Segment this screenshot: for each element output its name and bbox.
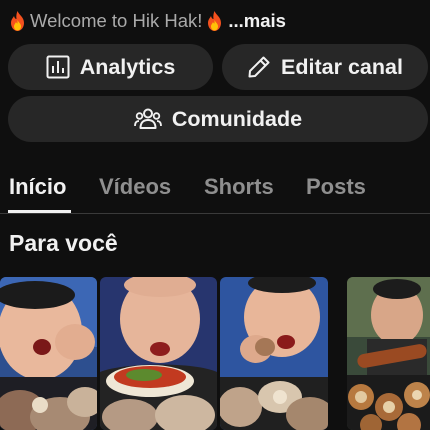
section-title: Para você xyxy=(9,230,118,256)
edit-channel-label: Editar canal xyxy=(281,54,403,79)
community-button[interactable]: Comunidade xyxy=(8,96,428,142)
community-label: Comunidade xyxy=(171,106,303,131)
channel-page: Welcome to Hik Hak! ...mais Analytics Ed… xyxy=(0,0,430,430)
fire-icon xyxy=(208,11,222,31)
tab-videos[interactable]: Vídeos xyxy=(99,174,171,200)
analytics-label: Analytics xyxy=(79,54,176,79)
tab-inicio[interactable]: Início xyxy=(9,174,66,200)
people-icon xyxy=(133,108,162,129)
short-thumbnail[interactable] xyxy=(220,277,328,430)
short-thumbnail[interactable] xyxy=(0,277,97,430)
active-tab-indicator xyxy=(8,210,71,213)
short-thumbnail[interactable] xyxy=(100,277,217,430)
analytics-button[interactable]: Analytics xyxy=(8,44,213,90)
pencil-icon xyxy=(248,56,270,78)
channel-description[interactable]: Welcome to Hik Hak! ...mais xyxy=(9,8,429,34)
shorts-shelf xyxy=(0,277,430,430)
tab-shorts[interactable]: Shorts xyxy=(204,174,274,200)
fire-icon xyxy=(11,11,24,31)
tab-posts[interactable]: Posts xyxy=(306,174,366,200)
bar-chart-icon xyxy=(46,55,70,79)
short-thumbnail[interactable] xyxy=(347,277,430,430)
description-more-link[interactable]: ...mais xyxy=(228,10,286,32)
channel-tabs: Início Vídeos Shorts Posts xyxy=(0,160,430,214)
description-text: Welcome to Hik Hak! xyxy=(30,10,203,31)
edit-channel-button[interactable]: Editar canal xyxy=(222,44,428,90)
